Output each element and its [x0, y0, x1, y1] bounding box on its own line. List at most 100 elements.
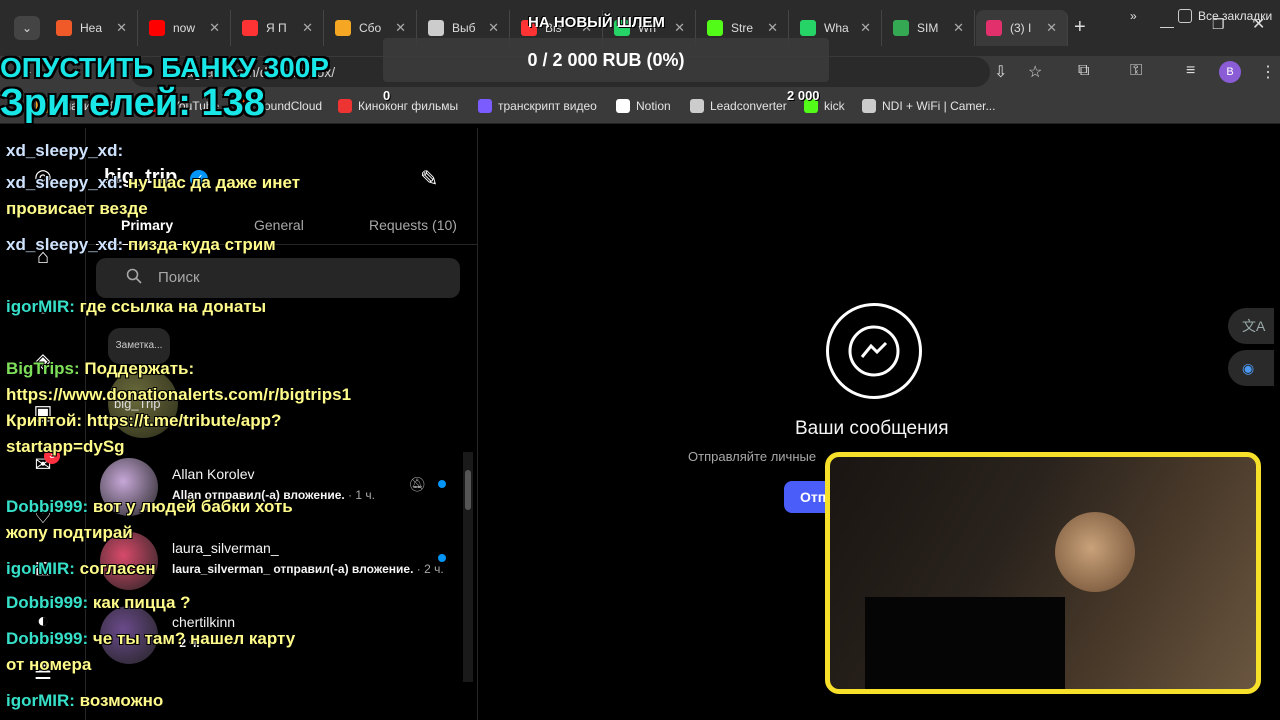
chat-text: пизда куда стрим [127, 235, 276, 254]
chat-message: BigTrips: Поддержать: https://www.donati… [6, 356, 351, 460]
chat-message: xd_sleepy_xd: [6, 138, 306, 164]
chat-message: Dobbi999: вот у людей бабки хоть жопу по… [6, 494, 306, 546]
bookmark-label: SoundCloud [256, 99, 323, 113]
bookmark-label: Leadconverter [710, 99, 787, 113]
unread-dot [438, 554, 446, 562]
extensions-icon[interactable]: ⧉ [1078, 62, 1089, 80]
browser-tab[interactable]: (3) I ✕ [976, 10, 1068, 46]
tab-requests[interactable]: Requests (10) [369, 217, 457, 233]
more-bookmarks-button[interactable]: » [1130, 9, 1137, 23]
menu-icon[interactable]: ⋮ [1260, 62, 1276, 82]
bookmark-item[interactable]: NDI + WiFi | Camer... [862, 99, 995, 113]
tab-favicon-icon [707, 20, 723, 36]
conversation-name: Allan Korolev [172, 466, 255, 482]
chat-text: где ссылка на донаты [79, 297, 267, 316]
chat-username: igorMIR: [6, 297, 75, 316]
media-icon[interactable]: ≡ [1186, 62, 1195, 80]
close-tab-icon[interactable]: ✕ [116, 20, 127, 36]
tab-favicon-icon [56, 20, 72, 36]
close-tab-icon[interactable]: ✕ [209, 20, 220, 36]
profile-avatar[interactable]: B [1219, 61, 1241, 83]
all-bookmarks-button[interactable]: Все закладки [1178, 9, 1272, 23]
chat-message: igorMIR: где ссылка на донаты [6, 294, 306, 320]
chat-message: Dobbi999: че ты там? нашел карту от номе… [6, 626, 306, 678]
bookmark-favicon-icon [478, 99, 492, 113]
bookmark-item[interactable]: Киноконг фильмы [338, 99, 458, 113]
search-icon [126, 268, 142, 284]
scrollbar-thumb[interactable] [465, 470, 471, 510]
tab-title: now [173, 21, 196, 35]
minimize-button[interactable]: — [1160, 18, 1174, 34]
tab-favicon-icon [335, 20, 351, 36]
tab-title: Я П [266, 21, 287, 35]
browser-tab[interactable]: SIM ✕ [883, 10, 975, 46]
webcam-laptop [865, 597, 1065, 689]
webcam-person [1055, 512, 1135, 592]
chat-username: Dobbi999: [6, 593, 89, 612]
chat-message: xd_sleepy_xd: ну щас да даже инет провис… [6, 170, 306, 222]
translate-icon[interactable]: 文A [1228, 308, 1274, 344]
bookmark-label: транскрипт видео [498, 99, 597, 113]
close-tab-icon[interactable]: ✕ [395, 20, 406, 36]
close-tab-icon[interactable]: ✕ [860, 20, 871, 36]
tab-favicon-icon [986, 20, 1002, 36]
close-tab-icon[interactable]: ✕ [953, 20, 964, 36]
bookmark-label: kick [824, 99, 845, 113]
bookmark-item[interactable]: транскрипт видео [478, 99, 597, 113]
close-tab-icon[interactable]: ✕ [302, 20, 313, 36]
tab-favicon-icon [149, 20, 165, 36]
goal-max-label: 2 000 [787, 88, 820, 103]
close-tab-icon[interactable]: ✕ [1046, 20, 1057, 36]
chat-message: Dobbi999: как пицца ? [6, 590, 306, 616]
tab-title: Hea [80, 21, 103, 35]
chat-username: xd_sleepy_xd: [6, 141, 124, 160]
webcam-feed [825, 452, 1261, 694]
goal-progress-text: 0 / 2 000 RUB (0%) [527, 50, 685, 70]
viewers-counter: Зрителей: 138 [0, 82, 265, 124]
bookmark-star-icon[interactable]: ☆ [1028, 62, 1042, 82]
tab-title: Stre [731, 21, 754, 35]
bookmark-favicon-icon [862, 99, 876, 113]
empty-state-title: Ваши сообщения [795, 418, 949, 439]
extension-side-icon[interactable]: ◉ [1228, 350, 1274, 386]
close-tab-icon[interactable]: ✕ [488, 20, 499, 36]
close-tab-icon[interactable]: ✕ [767, 20, 778, 36]
chat-username: Dobbi999: [6, 629, 89, 648]
tab-title: SIM [917, 21, 939, 35]
chat-username: xd_sleepy_xd: [6, 235, 124, 254]
goal-min-label: 0 [383, 88, 391, 103]
bookmark-label: Notion [636, 99, 671, 113]
browser-tab[interactable]: Hea ✕ [46, 10, 138, 46]
chat-username: BigTrips: [6, 359, 80, 378]
tab-favicon-icon [242, 20, 258, 36]
chat-message: igorMIR: согласен [6, 556, 306, 582]
chat-username: xd_sleepy_xd: [6, 173, 124, 192]
messenger-icon [826, 303, 922, 399]
bookmark-item[interactable]: Notion [616, 99, 671, 113]
tab-favicon-icon [428, 20, 444, 36]
new-tab-button[interactable]: + [1074, 16, 1086, 39]
close-tab-icon[interactable]: ✕ [674, 20, 685, 36]
tab-search-button[interactable]: ⌄ [14, 16, 40, 40]
empty-state-subtitle: Отправляйте личные [688, 449, 817, 464]
chat-username: igorMIR: [6, 559, 75, 578]
compose-icon[interactable]: ✎ [420, 166, 438, 192]
bookmark-favicon-icon [616, 99, 630, 113]
conversation-time: · 2 ч. [416, 562, 444, 576]
search-input[interactable]: Поиск [96, 258, 460, 298]
tab-title: Выб [452, 21, 476, 35]
chat-message: igorMIR: возможно [6, 688, 306, 714]
install-app-icon[interactable]: ⇩ [994, 62, 1007, 82]
bookmark-item[interactable]: Leadconverter [690, 99, 787, 113]
muted-bell-icon: 🔕︎ [408, 476, 426, 492]
chat-username: Dobbi999: [6, 497, 89, 516]
tab-title: Wha [824, 21, 849, 35]
browser-tab[interactable]: Я П ✕ [232, 10, 324, 46]
browser-tab[interactable]: now ✕ [139, 10, 231, 46]
conversation-time: · 1 ч. [348, 488, 375, 502]
passwords-icon[interactable]: ⚿ [1130, 62, 1142, 80]
donation-banner: ОПУСТИТЬ БАНКУ 300Р [0, 52, 329, 83]
chat-text: согласен [79, 559, 156, 578]
chat-username: igorMIR: [6, 691, 75, 710]
folder-icon [1178, 9, 1192, 23]
